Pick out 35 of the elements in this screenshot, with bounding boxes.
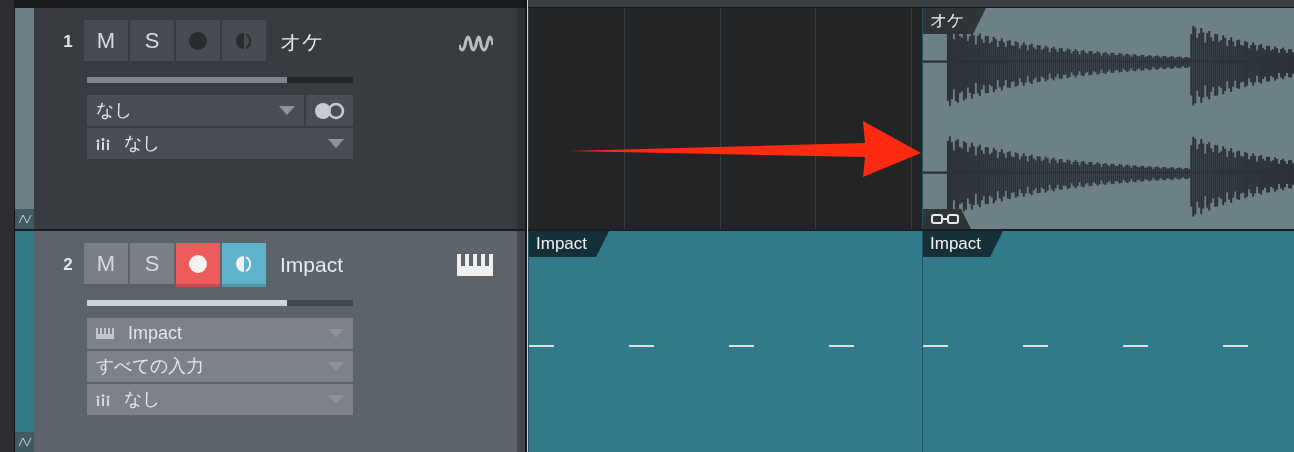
solo-button[interactable]: S xyxy=(130,20,174,64)
instrument-dropdown[interactable]: Impact xyxy=(87,318,353,349)
note-clip[interactable]: Impact xyxy=(922,231,1294,452)
caret-icon xyxy=(279,106,295,115)
track-header[interactable]: 1 M S オケ なし なし xyxy=(15,8,525,229)
record-button[interactable] xyxy=(176,243,220,287)
input-dropdown[interactable]: すべての入力 xyxy=(87,351,353,382)
audio-clip[interactable]: オケ xyxy=(922,8,1294,229)
record-icon xyxy=(189,254,207,273)
output-dropdown[interactable]: なし xyxy=(87,384,353,415)
monitor-button[interactable] xyxy=(222,243,266,287)
note-clip[interactable]: Impact xyxy=(528,231,922,452)
monitor-icon xyxy=(235,31,253,50)
track-name[interactable]: Impact xyxy=(280,249,457,281)
clip-name: オケ xyxy=(923,8,986,34)
input-dropdown[interactable]: なし xyxy=(87,95,304,126)
mixer-icon xyxy=(96,393,110,406)
track-name[interactable]: オケ xyxy=(280,26,459,58)
volume-slider[interactable] xyxy=(87,300,353,306)
caret-icon xyxy=(328,139,344,148)
clip-name: Impact xyxy=(923,231,1004,257)
mute-button[interactable]: M xyxy=(84,20,128,64)
keyboard-icon xyxy=(96,328,114,339)
track-number: 1 xyxy=(62,31,74,54)
stereo-toggle[interactable] xyxy=(306,95,353,126)
mixer-icon xyxy=(96,137,110,150)
volume-slider[interactable] xyxy=(87,77,353,83)
link-icon xyxy=(931,214,959,224)
monitor-icon xyxy=(235,254,253,273)
keyboard-icon xyxy=(457,254,493,276)
track-number: 2 xyxy=(62,254,74,277)
record-icon xyxy=(189,31,207,50)
output-dropdown[interactable]: なし xyxy=(87,128,353,159)
clip-name: Impact xyxy=(529,231,610,257)
track-header[interactable]: 2 M S Impact Impact すべての入力 なし xyxy=(15,231,525,452)
